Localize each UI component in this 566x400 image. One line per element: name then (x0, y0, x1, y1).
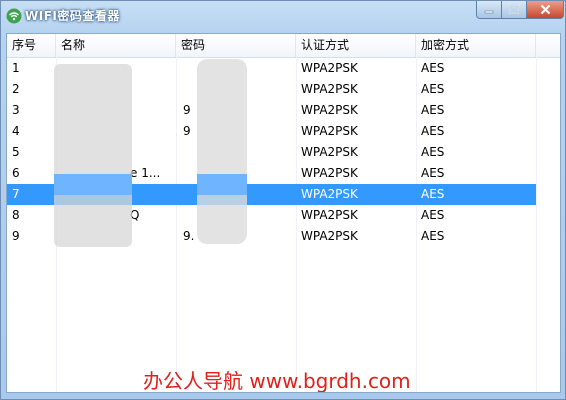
cell-auth: WPA2PSK (301, 166, 358, 180)
cell-encryption: AES (421, 103, 445, 117)
column-header-auth[interactable]: 认证方式 (296, 34, 416, 57)
column-header-password[interactable]: 密码 (176, 34, 296, 57)
column-header-filler (536, 34, 560, 57)
cell-auth: WPA2PSK (301, 61, 358, 75)
cell-index: 4 (12, 124, 20, 138)
cell-encryption: AES (421, 187, 445, 201)
app-window: WIFI密码查看器 序号 名称 密码 认证方式 加密方式 1 WPA2PSK AES… (0, 0, 566, 400)
cell-index: 7 (12, 187, 20, 201)
cell-auth: WPA2PSK (301, 145, 358, 159)
cell-encryption: AES (421, 145, 445, 159)
column-header-name[interactable]: 名称 (56, 34, 176, 57)
maximize-icon (509, 4, 519, 14)
wifi-list-view[interactable]: 序号 名称 密码 认证方式 加密方式 1 WPA2PSK AES 2 WPA2PSK AE… (6, 33, 561, 393)
table-header: 序号 名称 密码 认证方式 加密方式 (7, 34, 560, 58)
cell-auth: WPA2PSK (301, 124, 358, 138)
cell-auth: WPA2PSK (301, 187, 358, 201)
window-title: WIFI密码查看器 (25, 9, 120, 23)
cell-index: 1 (12, 61, 20, 75)
column-header-encryption[interactable]: 加密方式 (416, 34, 536, 57)
cell-encryption: AES (421, 208, 445, 222)
cell-auth: WPA2PSK (301, 82, 358, 96)
redaction-overlay (54, 64, 132, 247)
minimize-button[interactable] (476, 1, 502, 19)
cell-auth: WPA2PSK (301, 229, 358, 243)
cell-auth: WPA2PSK (301, 208, 358, 222)
wifi-icon (6, 8, 22, 24)
cell-index: 5 (12, 145, 20, 159)
minimize-icon (484, 10, 494, 13)
watermark-text: 办公人导航 www.bgrdh.com (143, 369, 411, 393)
close-button[interactable] (526, 1, 564, 19)
cell-index: 6 (12, 166, 20, 180)
title-bar[interactable]: WIFI密码查看器 (1, 1, 565, 31)
cell-encryption: AES (421, 166, 445, 180)
cell-index: 3 (12, 103, 20, 117)
cell-encryption: AES (421, 82, 445, 96)
maximize-button[interactable] (501, 1, 527, 19)
redaction-overlay (54, 174, 132, 195)
grid-line (536, 57, 537, 392)
cell-index: 9 (12, 229, 20, 243)
cell-encryption: AES (421, 124, 445, 138)
cell-encryption: AES (421, 229, 445, 243)
cell-index: 2 (12, 82, 20, 96)
cell-encryption: AES (421, 61, 445, 75)
column-header-index[interactable]: 序号 (7, 34, 56, 57)
redaction-overlay (197, 59, 247, 244)
close-icon (540, 4, 550, 15)
redaction-overlay (197, 174, 247, 195)
cell-auth: WPA2PSK (301, 103, 358, 117)
cell-index: 8 (12, 208, 20, 222)
